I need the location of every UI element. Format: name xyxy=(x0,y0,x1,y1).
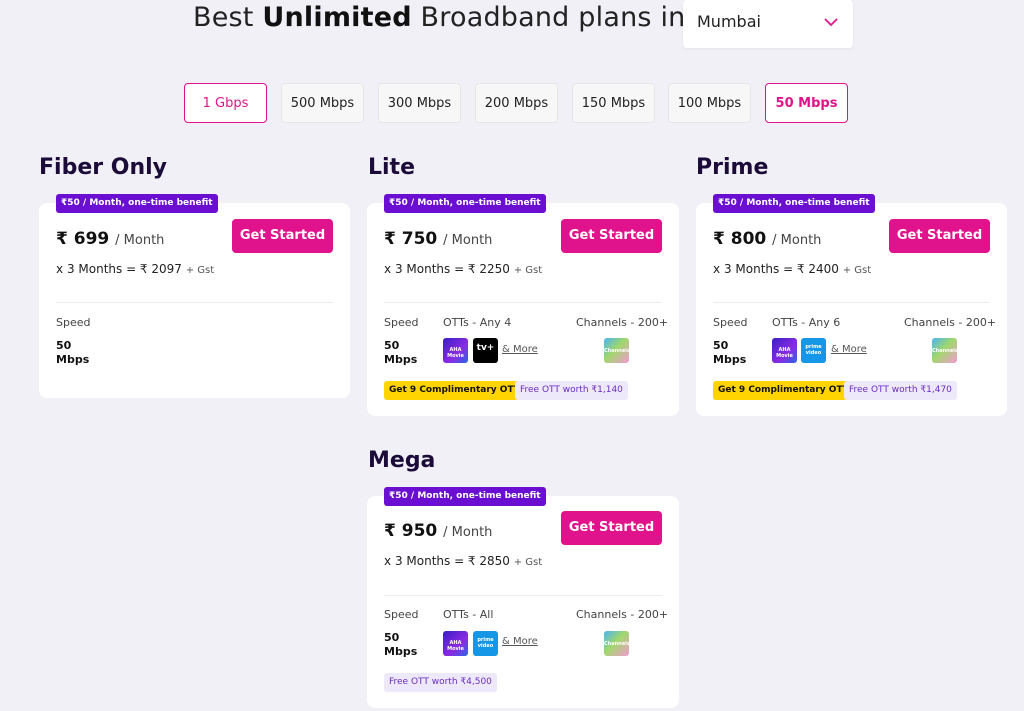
gst-note: + Gst xyxy=(513,557,543,568)
plan-price: ₹ 800 / Month xyxy=(713,229,821,249)
price-period: / Month xyxy=(443,525,493,540)
price-period: / Month xyxy=(772,233,822,248)
plan-card-lite: ₹ 750 / Month x 3 Months = ₹ 2250 + Gst … xyxy=(367,203,679,416)
speed-value: 50 Mbps xyxy=(56,339,90,366)
plan-title-mega: Mega xyxy=(368,448,436,473)
free-ott-worth-badge: Free OTT worth ₹1,140 xyxy=(515,381,628,400)
plan-title-fiber-only: Fiber Only xyxy=(39,155,167,180)
page-title: Best Unlimited Broadband plans in xyxy=(193,2,685,33)
free-ott-worth-badge: Free OTT worth ₹4,500 xyxy=(384,673,497,692)
plan-title-lite: Lite xyxy=(368,155,415,180)
more-otts-link[interactable]: & More xyxy=(502,344,538,355)
speed-label: Speed xyxy=(384,608,419,621)
divider xyxy=(384,302,662,303)
otts-label: OTTs - Any 4 xyxy=(443,316,512,329)
gst-note: + Gst xyxy=(185,265,215,276)
price-amount: ₹ 800 xyxy=(713,229,767,249)
benefit-badge: ₹50 / Month, one-time benefit xyxy=(384,487,546,506)
speed-tab-150mbps[interactable]: 150 Mbps xyxy=(572,83,655,123)
plan-card-mega: ₹ 950 / Month x 3 Months = ₹ 2850 + Gst … xyxy=(367,496,679,708)
plan-title-prime: Prime xyxy=(696,155,769,180)
channels-label: Channels - 200+ xyxy=(576,608,669,621)
divider xyxy=(56,302,333,303)
months-total: 3 Months = ₹ 2400 xyxy=(723,262,839,276)
speed-label: Speed xyxy=(713,316,748,329)
channels-label: Channels - 200+ xyxy=(576,316,669,329)
aha-icon: AHA Movie xyxy=(772,338,797,363)
page-header: Best Unlimited Broadband plans in Mumbai xyxy=(0,0,1024,50)
gst-note: + Gst xyxy=(842,265,872,276)
otts-label: OTTs - Any 6 xyxy=(772,316,841,329)
months-total: 3 Months = ₹ 2850 xyxy=(394,554,510,568)
otts-label: OTTs - All xyxy=(443,608,494,621)
gst-note: + Gst xyxy=(513,265,543,276)
get-started-button[interactable]: Get Started xyxy=(232,219,333,253)
get-started-button[interactable]: Get Started xyxy=(561,511,662,545)
months-total: 3 Months = ₹ 2097 xyxy=(66,262,182,276)
channels-icon: Channels xyxy=(604,338,630,363)
speed-tab-1gbps[interactable]: 1 Gbps xyxy=(184,83,267,123)
prime-video-icon: prime video xyxy=(473,631,498,656)
city-value: Mumbai xyxy=(697,12,761,31)
benefit-badge: ₹50 / Month, one-time benefit xyxy=(713,194,875,213)
complimentary-otts-badge: Get 9 Complimentary OTTs xyxy=(384,381,530,400)
plan-months: x 3 Months = ₹ 2400 + Gst xyxy=(713,262,871,276)
plan-price: ₹ 750 / Month xyxy=(384,229,492,249)
benefit-badge: ₹50 / Month, one-time benefit xyxy=(56,194,218,213)
speed-filter-row: 1 Gbps 500 Mbps 300 Mbps 200 Mbps 150 Mb… xyxy=(0,83,1024,125)
apple-tv-icon: tv+ xyxy=(473,338,498,363)
plan-months: x 3 Months = ₹ 2250 + Gst xyxy=(384,262,542,276)
title-prefix: Best xyxy=(193,2,263,33)
multiply-sign: x xyxy=(56,262,64,276)
price-period: / Month xyxy=(115,233,165,248)
multiply-sign: x xyxy=(713,262,721,276)
get-started-button[interactable]: Get Started xyxy=(889,219,990,253)
plan-price: ₹ 950 / Month xyxy=(384,521,492,541)
divider xyxy=(384,595,662,596)
speed-value: 50 Mbps xyxy=(713,339,747,366)
channels-icon: Channels xyxy=(604,631,630,656)
aha-icon: AHA Movie xyxy=(443,338,468,363)
divider xyxy=(713,302,990,303)
speed-value: 50 Mbps xyxy=(384,631,418,658)
speed-tab-50mbps[interactable]: 50 Mbps xyxy=(765,83,848,123)
get-started-button[interactable]: Get Started xyxy=(561,219,662,253)
plan-card-fiber-only: ₹ 699 / Month x 3 Months = ₹ 2097 + Gst … xyxy=(39,203,350,398)
plan-price: ₹ 699 / Month xyxy=(56,229,164,249)
free-ott-worth-badge: Free OTT worth ₹1,470 xyxy=(844,381,957,400)
speed-tab-300mbps[interactable]: 300 Mbps xyxy=(378,83,461,123)
price-amount: ₹ 750 xyxy=(384,229,438,249)
more-otts-link[interactable]: & More xyxy=(502,636,538,647)
speed-tab-500mbps[interactable]: 500 Mbps xyxy=(281,83,364,123)
more-otts-link[interactable]: & More xyxy=(831,344,867,355)
plan-months: x 3 Months = ₹ 2850 + Gst xyxy=(384,554,542,568)
speed-value: 50 Mbps xyxy=(384,339,418,366)
months-total: 3 Months = ₹ 2250 xyxy=(394,262,510,276)
price-amount: ₹ 950 xyxy=(384,521,438,541)
price-period: / Month xyxy=(443,233,493,248)
speed-tab-100mbps[interactable]: 100 Mbps xyxy=(668,83,751,123)
prime-video-icon: prime video xyxy=(801,338,826,363)
chevron-down-icon xyxy=(824,18,838,27)
speed-label: Speed xyxy=(384,316,419,329)
price-amount: ₹ 699 xyxy=(56,229,110,249)
complimentary-otts-badge: Get 9 Complimentary OTTs xyxy=(713,381,859,400)
benefit-badge: ₹50 / Month, one-time benefit xyxy=(384,194,546,213)
title-suffix: Broadband plans in xyxy=(411,2,686,33)
city-dropdown[interactable]: Mumbai xyxy=(683,0,853,48)
title-emphasis: Unlimited xyxy=(262,2,412,33)
channels-label: Channels - 200+ xyxy=(904,316,997,329)
multiply-sign: x xyxy=(384,554,392,568)
multiply-sign: x xyxy=(384,262,392,276)
plan-card-prime: ₹ 800 / Month x 3 Months = ₹ 2400 + Gst … xyxy=(696,203,1007,416)
speed-tab-200mbps[interactable]: 200 Mbps xyxy=(475,83,558,123)
plan-months: x 3 Months = ₹ 2097 + Gst xyxy=(56,262,214,276)
speed-label: Speed xyxy=(56,316,91,329)
aha-icon: AHA Movie xyxy=(443,631,468,656)
channels-icon: Channels xyxy=(932,338,958,363)
